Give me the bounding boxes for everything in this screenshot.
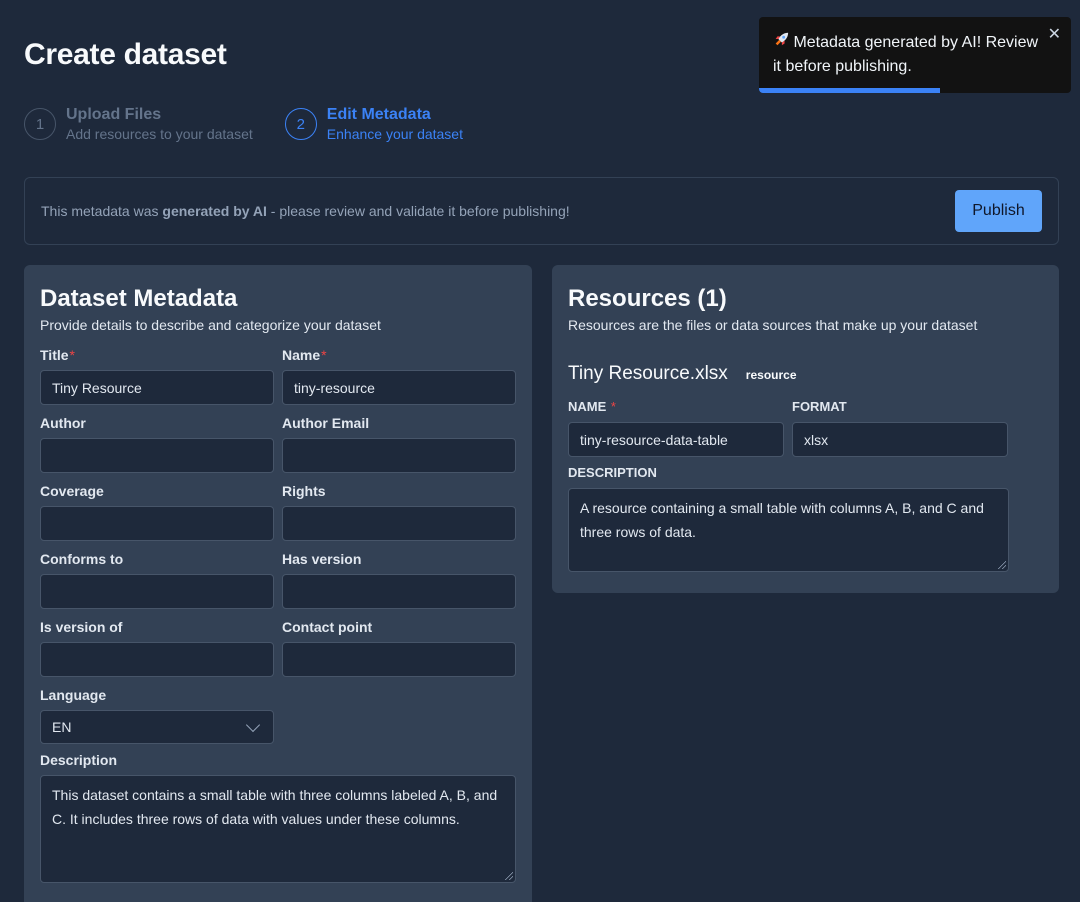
author-email-input[interactable] [282, 438, 516, 473]
has-version-label: Has version [282, 551, 362, 567]
dataset-metadata-card: Dataset Metadata Provide details to desc… [24, 265, 532, 902]
toast-message: Metadata generated by AI! Review it befo… [773, 31, 1043, 79]
author-email-label: Author Email [282, 415, 370, 431]
description-textarea[interactable]: This dataset contains a small table with… [40, 775, 516, 883]
resource-filename: Tiny Resource.xlsx [568, 363, 728, 384]
resource-description-label: DESCRIPTION [568, 465, 657, 480]
coverage-label: Coverage [40, 483, 104, 499]
resources-card: Resources (1) Resources are the files or… [552, 265, 1059, 593]
conforms-to-input[interactable] [40, 574, 274, 609]
metadata-card-subtitle: Provide details to describe and categori… [40, 317, 381, 333]
ai-review-banner: This metadata was generated by AI - plea… [24, 177, 1059, 245]
toast-progress-bar [759, 88, 940, 93]
banner-text: This metadata was generated by AI - plea… [41, 203, 570, 219]
resource-name-label: NAME * [568, 399, 616, 414]
name-label: Name* [282, 347, 327, 363]
step-upload-files[interactable]: 1 Upload Files Add resources to your dat… [24, 106, 253, 142]
conforms-to-label: Conforms to [40, 551, 124, 567]
author-input[interactable] [40, 438, 274, 473]
banner-text-post: - please review and validate it before p… [266, 203, 570, 219]
step-edit-metadata[interactable]: 2 Edit Metadata Enhance your dataset [284, 106, 463, 142]
rights-label: Rights [282, 483, 326, 499]
required-mark: * [321, 347, 327, 363]
coverage-input[interactable] [40, 506, 274, 541]
required-mark: * [69, 347, 75, 363]
resize-handle-icon[interactable] [505, 872, 513, 880]
required-mark: * [610, 399, 616, 414]
resource-description-textarea[interactable]: A resource containing a small table with… [568, 488, 1009, 572]
resource-description-text: A resource containing a small table with… [580, 500, 984, 540]
contact-point-label: Contact point [282, 619, 373, 635]
contact-point-input[interactable] [282, 642, 516, 677]
resource-header: Tiny Resource.xlsx resource [568, 363, 1043, 385]
close-icon[interactable]: ✕ [1048, 24, 1061, 44]
metadata-card-title: Dataset Metadata [40, 285, 238, 312]
is-version-of-input[interactable] [40, 642, 274, 677]
name-input[interactable]: tiny-resource [282, 370, 516, 405]
resource-format-label: FORMAT [792, 399, 847, 414]
toast-notification: Metadata generated by AI! Review it befo… [759, 17, 1071, 93]
banner-text-pre: This metadata was [41, 203, 163, 219]
resources-card-title: Resources (1) [568, 285, 727, 312]
resource-format-input[interactable]: xlsx [792, 422, 1008, 457]
chevron-down-icon [245, 717, 261, 732]
banner-text-bold: generated by AI [162, 203, 267, 219]
step-subtitle: Add resources to your dataset [66, 126, 253, 142]
resize-handle-icon[interactable] [998, 561, 1006, 569]
description-label: Description [40, 752, 118, 768]
step-number: 1 [24, 108, 56, 140]
stepper: 1 Upload Files Add resources to your dat… [24, 106, 463, 142]
step-number: 2 [284, 108, 317, 140]
is-version-of-label: Is version of [40, 619, 123, 635]
publish-button[interactable]: Publish [955, 190, 1042, 232]
language-value: EN [52, 719, 72, 735]
toast-text: Metadata generated by AI! Review it befo… [773, 34, 1039, 75]
language-select[interactable]: EN [40, 710, 274, 744]
title-input[interactable]: Tiny Resource [40, 370, 274, 405]
resource-tag: resource [745, 368, 797, 382]
rocket-icon [775, 32, 789, 46]
author-label: Author [40, 415, 86, 431]
resources-card-subtitle: Resources are the files or data sources … [568, 317, 978, 333]
page-title: Create dataset [24, 38, 227, 71]
step-title: Edit Metadata [326, 106, 431, 123]
has-version-input[interactable] [282, 574, 516, 609]
step-subtitle: Enhance your dataset [326, 126, 463, 142]
resource-name-input[interactable]: tiny-resource-data-table [568, 422, 784, 457]
language-label: Language [40, 687, 107, 703]
step-title: Upload Files [66, 106, 162, 123]
rights-input[interactable] [282, 506, 516, 541]
title-label: Title* [40, 347, 75, 363]
description-text: This dataset contains a small table with… [52, 787, 498, 827]
